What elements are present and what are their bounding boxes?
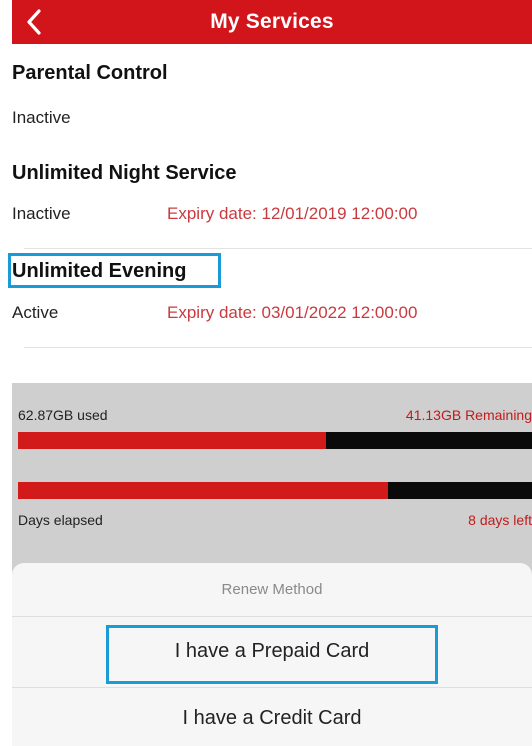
days-left-label: 8 days left bbox=[468, 512, 532, 528]
sheet-title: Renew Method bbox=[221, 581, 323, 598]
renew-method-sheet: Renew Method I have a Prepaid Card I hav… bbox=[12, 563, 532, 746]
back-button[interactable] bbox=[20, 6, 48, 38]
credit-card-option[interactable]: I have a Credit Card bbox=[12, 690, 532, 746]
days-elapsed-label: Days elapsed bbox=[18, 512, 103, 528]
service-expiry: Expiry date: 03/01/2022 12:00:00 bbox=[167, 303, 418, 322]
divider bbox=[24, 248, 532, 249]
data-usage-bar bbox=[18, 432, 532, 449]
service-status: Active bbox=[12, 303, 59, 322]
top-nav-bar: My Services bbox=[12, 0, 532, 44]
service-status: Inactive bbox=[12, 108, 71, 127]
service-item-parental-control[interactable]: Parental Control Inactive bbox=[12, 44, 532, 140]
divider bbox=[12, 687, 532, 688]
service-item-unlimited-evening[interactable]: Unlimited Evening Active Expiry date: 03… bbox=[8, 250, 532, 350]
page-title: My Services bbox=[210, 10, 334, 33]
service-name: Parental Control bbox=[12, 62, 168, 84]
service-status: Inactive bbox=[12, 204, 71, 223]
service-expiry: Expiry date: 12/01/2019 12:00:00 bbox=[167, 204, 418, 223]
data-usage-fill bbox=[18, 432, 327, 449]
service-item-unlimited-night[interactable]: Unlimited Night Service Inactive Expiry … bbox=[12, 144, 532, 248]
chevron-left-icon bbox=[27, 9, 41, 35]
divider bbox=[24, 347, 532, 348]
data-remaining-label: 41.13GB Remaining bbox=[405, 407, 532, 423]
highlight-box bbox=[106, 625, 438, 684]
days-elapsed-fill bbox=[18, 482, 389, 499]
data-used-label: 62.87GB used bbox=[18, 407, 108, 423]
service-name: Unlimited Evening bbox=[12, 260, 187, 282]
divider bbox=[12, 616, 532, 617]
service-name: Unlimited Night Service bbox=[12, 162, 237, 184]
days-elapsed-bar bbox=[18, 482, 532, 499]
